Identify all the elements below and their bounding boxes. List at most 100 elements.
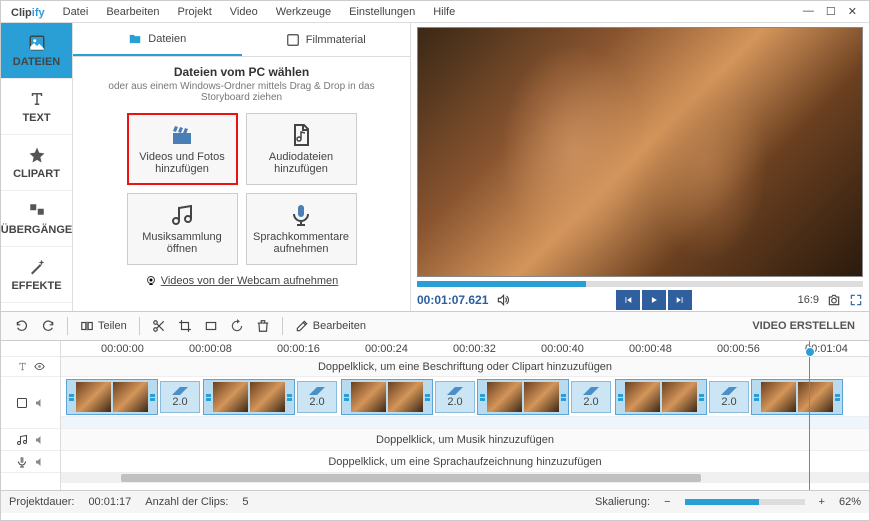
- speaker-icon[interactable]: [34, 434, 46, 446]
- timeline-scrollbar[interactable]: [61, 473, 869, 483]
- aspect-ratio[interactable]: 16:9: [798, 294, 819, 306]
- tile-sprach[interactable]: Sprachkommentareaufnehmen: [246, 193, 357, 265]
- video-track-icon: [16, 397, 28, 409]
- ruler-tick: 00:00:40: [541, 343, 584, 355]
- menu-bearbeiten[interactable]: Bearbeiten: [98, 2, 167, 22]
- crop-button[interactable]: [174, 315, 196, 337]
- video-clip[interactable]: [615, 379, 707, 415]
- seek-bar[interactable]: [417, 281, 863, 287]
- transition[interactable]: 2.0: [297, 381, 337, 413]
- zoom-in-icon[interactable]: +: [819, 496, 825, 508]
- video-clip[interactable]: [203, 379, 295, 415]
- preview-panel: 00:01:07.621 16:9: [411, 23, 869, 311]
- image-icon: [28, 34, 46, 52]
- video-clip[interactable]: [66, 379, 158, 415]
- frame-button[interactable]: [200, 315, 222, 337]
- ruler-tick: 00:00:48: [629, 343, 672, 355]
- zoom-slider[interactable]: [685, 499, 805, 505]
- transition[interactable]: 2.0: [571, 381, 611, 413]
- tile-audio[interactable]: Audiodateienhinzufügen: [246, 113, 357, 185]
- play-button[interactable]: [642, 290, 666, 310]
- current-time: 00:01:07.621: [417, 293, 488, 307]
- create-video-button[interactable]: VIDEO ERSTELLEN: [748, 311, 859, 341]
- webcam-icon: [145, 275, 157, 287]
- mic-icon: [289, 203, 313, 227]
- music-icon: [170, 203, 194, 227]
- menubar: Datei Bearbeiten Projekt Video Werkzeuge…: [55, 2, 791, 22]
- speaker-icon[interactable]: [34, 456, 46, 468]
- nav-text[interactable]: TEXT: [1, 79, 72, 135]
- clips-value: 5: [242, 496, 248, 508]
- squares-icon: [28, 202, 46, 220]
- cut-button[interactable]: [148, 315, 170, 337]
- menu-projekt[interactable]: Projekt: [170, 2, 220, 22]
- zoom-value: 62%: [839, 496, 861, 508]
- clapper-icon: [170, 123, 194, 147]
- eye-icon[interactable]: [34, 361, 45, 372]
- tile-musik[interactable]: Musiksammlungöffnen: [127, 193, 238, 265]
- wand-icon: [28, 258, 46, 276]
- music-track[interactable]: Doppelklick, um Musik hinzuzufügen: [61, 429, 869, 451]
- nav-clipart[interactable]: CLIPART: [1, 135, 72, 191]
- menu-video[interactable]: Video: [222, 2, 266, 22]
- redo-button[interactable]: [37, 315, 59, 337]
- snapshot-icon[interactable]: [827, 293, 841, 307]
- ruler-tick: 00:00:56: [717, 343, 760, 355]
- tab-filmmaterial[interactable]: Filmmaterial: [242, 23, 411, 56]
- zoom-out-icon[interactable]: −: [664, 496, 670, 508]
- menu-datei[interactable]: Datei: [55, 2, 97, 22]
- undo-button[interactable]: [11, 315, 33, 337]
- text-icon: [28, 90, 46, 108]
- timeline: 00:00:0000:00:0800:00:1600:00:2400:00:32…: [1, 341, 869, 491]
- left-nav: DATEIEN TEXT CLIPART ÜBERGÄNGE EFFEKTE: [1, 23, 73, 311]
- fullscreen-icon[interactable]: [849, 293, 863, 307]
- ruler-tick: 00:00:32: [453, 343, 496, 355]
- titlebar: Clipify Datei Bearbeiten Projekt Video W…: [1, 1, 869, 23]
- music-track-icon: [16, 434, 28, 446]
- prev-button[interactable]: [616, 290, 640, 310]
- panel-title: Dateien vom PC wählen: [91, 65, 392, 79]
- delete-button[interactable]: [252, 315, 274, 337]
- close-button[interactable]: ✕: [848, 5, 857, 18]
- film-icon: [286, 33, 300, 47]
- video-viewer[interactable]: [417, 27, 863, 277]
- time-ruler[interactable]: 00:00:0000:00:0800:00:1600:00:2400:00:32…: [61, 341, 869, 357]
- menu-hilfe[interactable]: Hilfe: [425, 2, 463, 22]
- tab-dateien[interactable]: Dateien: [73, 23, 242, 56]
- maximize-button[interactable]: ☐: [826, 5, 836, 18]
- video-audio-track[interactable]: [61, 417, 869, 429]
- statusbar: Projektdauer: 00:01:17 Anzahl der Clips:…: [1, 491, 869, 513]
- video-clip[interactable]: [341, 379, 433, 415]
- text-track-icon: [17, 361, 28, 372]
- menu-einstellungen[interactable]: Einstellungen: [341, 2, 423, 22]
- video-clip[interactable]: [751, 379, 843, 415]
- audiofile-icon: [289, 123, 313, 147]
- folder-icon: [128, 32, 142, 46]
- video-track[interactable]: 2.0 2.0 2.0 2.0 2.0: [61, 377, 869, 417]
- ruler-tick: 00:00:08: [189, 343, 232, 355]
- mic-track-icon: [16, 456, 28, 468]
- projektdauer-value: 00:01:17: [88, 496, 131, 508]
- menu-werkzeuge[interactable]: Werkzeuge: [268, 2, 339, 22]
- tile-videos-fotos[interactable]: Videos und Fotoshinzufügen: [127, 113, 238, 185]
- playhead[interactable]: [809, 341, 810, 490]
- webcam-link[interactable]: Videos von der Webcam aufnehmen: [145, 275, 339, 287]
- transition[interactable]: 2.0: [160, 381, 200, 413]
- transition[interactable]: 2.0: [435, 381, 475, 413]
- app-logo: Clipify: [1, 4, 55, 19]
- minimize-button[interactable]: —: [803, 5, 814, 18]
- voice-track[interactable]: Doppelklick, um eine Sprachaufzeichnung …: [61, 451, 869, 473]
- video-clip[interactable]: [477, 379, 569, 415]
- next-button[interactable]: [668, 290, 692, 310]
- transition[interactable]: 2.0: [709, 381, 749, 413]
- nav-dateien[interactable]: DATEIEN: [1, 23, 72, 79]
- rotate-button[interactable]: [226, 315, 248, 337]
- nav-uebergaenge[interactable]: ÜBERGÄNGE: [1, 191, 72, 247]
- split-button[interactable]: Teilen: [76, 315, 131, 337]
- ruler-tick: 00:00:16: [277, 343, 320, 355]
- text-track[interactable]: Doppelklick, um eine Beschriftung oder C…: [61, 357, 869, 377]
- nav-effekte[interactable]: EFFEKTE: [1, 247, 72, 303]
- volume-icon[interactable]: [496, 293, 510, 307]
- speaker-icon[interactable]: [34, 397, 46, 409]
- edit-button[interactable]: Bearbeiten: [291, 315, 370, 337]
